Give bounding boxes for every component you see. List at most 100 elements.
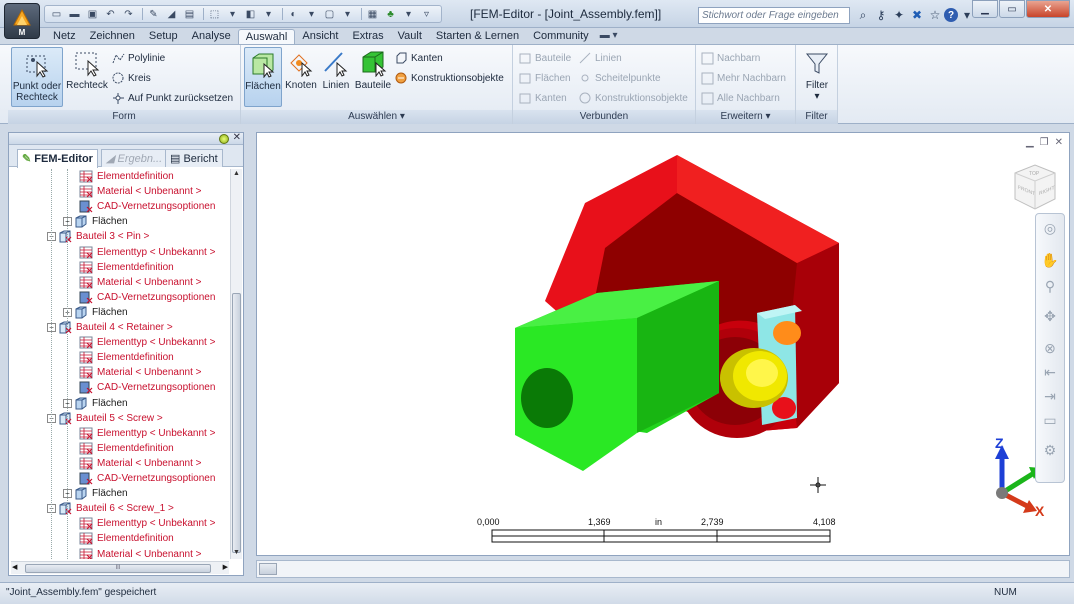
tree-item[interactable]: Elementdefinition <box>79 441 174 456</box>
undo-icon[interactable]: ↶ <box>103 7 118 21</box>
select-box-icon[interactable]: ⬚ <box>207 7 222 21</box>
mehr-nachbarn-button[interactable]: Mehr Nachbarn <box>701 70 786 86</box>
close-button[interactable]: ✕ <box>1026 0 1070 18</box>
viewport-tab-button[interactable] <box>259 563 277 575</box>
kreis-button[interactable]: Kreis <box>112 70 151 86</box>
tree-vertical-scrollbar[interactable]: ▲ ▼ <box>230 169 242 559</box>
scroll-left-icon[interactable]: ◀ <box>12 563 17 571</box>
tab-auswahl[interactable]: Auswahl <box>237 29 296 44</box>
open-file-icon[interactable]: ▬ <box>67 7 82 21</box>
tree-item[interactable]: CAD-Vernetzungsoptionen <box>79 471 215 486</box>
polylinie-button[interactable]: Polylinie <box>112 50 165 66</box>
tab-extras[interactable]: Extras <box>345 29 390 44</box>
rechteck-button[interactable]: Rechteck <box>66 47 108 107</box>
tab-netz[interactable]: Netz <box>46 29 83 44</box>
tab-ansicht[interactable]: Ansicht <box>295 29 345 44</box>
nachbarn-button[interactable]: Nachbarn <box>701 50 760 66</box>
part-icon[interactable]: ◧ <box>243 7 258 21</box>
tree-icon[interactable]: ♣ <box>383 7 398 21</box>
konstruktionsobjekte-select-button[interactable]: Konstruktionsobjekte <box>395 70 504 86</box>
tab-community[interactable]: Community <box>526 29 596 44</box>
minimize-button[interactable]: ▁ <box>972 0 998 18</box>
save-icon[interactable]: ▣ <box>85 7 100 21</box>
tab-setup[interactable]: Setup <box>142 29 185 44</box>
verbunden-konstruktionsobjekte-button[interactable]: Konstruktionsobjekte <box>579 90 688 106</box>
dropdown-icon[interactable]: ▾ <box>340 7 355 21</box>
tab-analyse[interactable]: Analyse <box>185 29 238 44</box>
look-at-icon[interactable]: ⇤ <box>1040 362 1060 382</box>
key-icon[interactable]: ⚷ <box>872 6 890 24</box>
satellite-icon[interactable]: ✦ <box>890 6 908 24</box>
center-icon[interactable]: ⊗ <box>1040 338 1060 358</box>
panel-erweitern-label[interactable]: Erweitern ▾ <box>696 110 795 124</box>
tree-item[interactable]: Elementtyp < Unbekannt > <box>79 335 215 350</box>
model-view[interactable] <box>257 133 1071 557</box>
tree-item[interactable]: − Bauteil 3 < Pin > <box>47 229 149 244</box>
tree-item[interactable]: Elementtyp < Unbekannt > <box>79 516 215 531</box>
verbunden-bauteile-button[interactable]: Bauteile <box>519 50 571 66</box>
edit-icon[interactable]: ✎ <box>146 7 161 21</box>
tab-fem-editor[interactable]: ✎ FEM-Editor <box>17 149 98 168</box>
tree-item[interactable]: Elementdefinition <box>79 531 174 546</box>
new-file-icon[interactable]: ▭ <box>49 7 64 21</box>
tree-item[interactable]: Elementtyp < Unbekannt > <box>79 426 215 441</box>
bauteile-select-button[interactable]: Bauteile <box>353 47 393 107</box>
tree-item[interactable]: Material < Unbenannt > <box>79 456 202 471</box>
help-icon[interactable]: ? <box>944 8 958 22</box>
tab-vault[interactable]: Vault <box>391 29 429 44</box>
tree-item[interactable]: + Flächen <box>63 305 128 320</box>
tree-item[interactable]: − Bauteil 4 < Retainer > <box>47 320 173 335</box>
star-icon[interactable]: ☆ <box>926 6 944 24</box>
ribbon-minimize-icon[interactable]: ▬ ▾ <box>600 29 618 44</box>
knoten-button[interactable]: Knoten <box>284 47 318 107</box>
orange-screw-part[interactable] <box>773 321 801 345</box>
punkt-oder-rechteck-button[interactable]: Punkt oder Rechteck <box>11 47 63 107</box>
tree-item[interactable]: Material < Unbenannt > <box>79 547 202 559</box>
properties-icon[interactable]: ▤ <box>182 7 197 21</box>
yellow-pin-part[interactable] <box>720 348 788 408</box>
application-menu-button[interactable]: M <box>4 3 40 39</box>
orbit-icon[interactable]: ✥ <box>1040 306 1060 326</box>
tree-item[interactable]: Elementtyp < Unbekannt > <box>79 245 215 260</box>
tree-item[interactable]: CAD-Vernetzungsoptionen <box>79 290 215 305</box>
verbunden-flaechen-button[interactable]: Flächen <box>519 70 571 86</box>
linien-button[interactable]: Linien <box>320 47 352 107</box>
tree-item[interactable]: − Bauteil 5 < Screw > <box>47 411 163 426</box>
pane-close-icon[interactable]: ✕ <box>233 132 241 143</box>
tree-item[interactable]: Material < Unbenannt > <box>79 184 202 199</box>
verbunden-linien-button[interactable]: Linien <box>579 50 622 66</box>
zoom-icon[interactable]: ⚲ <box>1040 276 1060 296</box>
exchange-icon[interactable]: ✖ <box>908 6 926 24</box>
scroll-thumb[interactable] <box>232 293 241 553</box>
window-icon[interactable]: ▢ <box>322 7 337 21</box>
redo-icon[interactable]: ↷ <box>121 7 136 21</box>
steering-wheel-icon[interactable]: ◎ <box>1040 218 1060 238</box>
tree-item[interactable]: Material < Unbenannt > <box>79 365 202 380</box>
kanten-select-button[interactable]: Kanten <box>395 50 443 66</box>
tab-ergebnisse[interactable]: ◢ Ergebn... <box>101 149 168 167</box>
auf-punkt-zuruecksetzen-button[interactable]: Auf Punkt zurücksetzen <box>112 90 233 106</box>
nav-settings-icon[interactable]: ⚙ <box>1040 440 1060 460</box>
verbunden-scheitelpunkte-button[interactable]: Scheitelpunkte <box>579 70 661 86</box>
tree-horizontal-scrollbar[interactable]: ◀ III ▶ <box>11 561 229 574</box>
binoculars-icon[interactable]: ⌕ <box>854 6 872 24</box>
zoom-all-icon[interactable]: ⇥ <box>1040 386 1060 406</box>
tree-item[interactable]: Elementdefinition <box>79 169 174 184</box>
tab-starten-lernen[interactable]: Starten & Lernen <box>429 29 526 44</box>
scroll-down-icon[interactable]: ▼ <box>232 549 241 558</box>
scroll-thumb[interactable]: III <box>25 564 211 573</box>
verbunden-kanten-button[interactable]: Kanten <box>519 90 567 106</box>
flaechen-select-button[interactable]: Flächen <box>244 47 282 107</box>
maximize-button[interactable]: ▭ <box>999 0 1025 18</box>
view-icon[interactable]: ◐ <box>286 7 301 21</box>
graphics-viewport[interactable]: ▁ ❐ ✕ Z X FRONT RIGHT TOP 0,000 1,369 in… <box>256 132 1070 556</box>
tab-bericht[interactable]: ▤ Bericht <box>165 149 223 167</box>
tab-zeichnen[interactable]: Zeichnen <box>83 29 142 44</box>
dropdown-icon[interactable]: ▾ <box>401 7 416 21</box>
alle-nachbarn-button[interactable]: Alle Nachbarn <box>701 90 780 106</box>
tree-item[interactable]: + Flächen <box>63 486 128 501</box>
tree-item[interactable]: Material < Unbenannt > <box>79 275 202 290</box>
help-search-input[interactable]: Stichwort oder Frage eingeben <box>698 7 850 24</box>
pan-hand-icon[interactable]: ✋ <box>1040 250 1060 270</box>
view-face-icon[interactable]: ▭ <box>1040 410 1060 430</box>
